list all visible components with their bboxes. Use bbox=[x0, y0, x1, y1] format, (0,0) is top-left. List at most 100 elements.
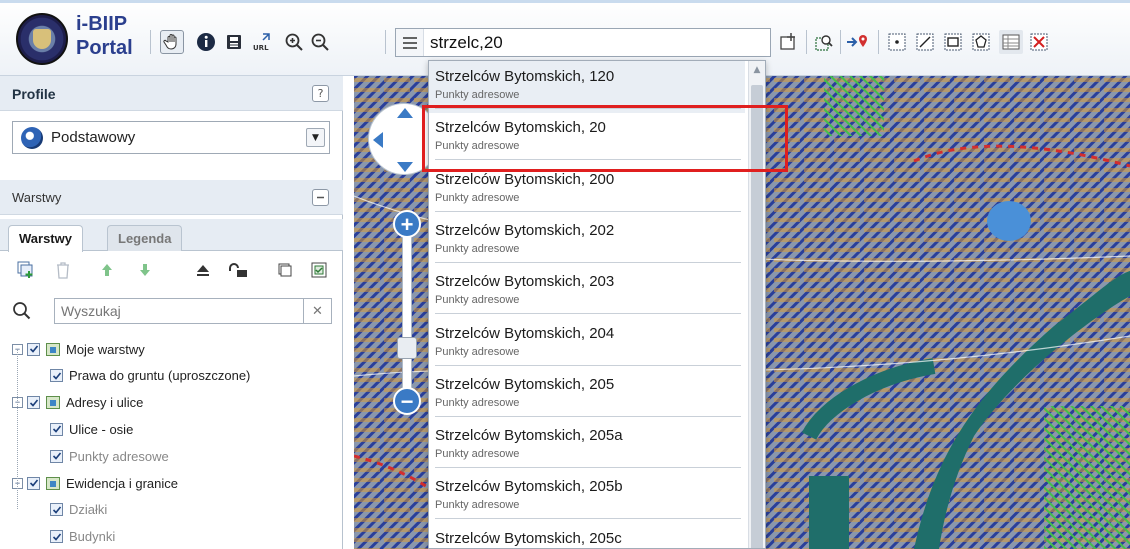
info-button[interactable] bbox=[194, 30, 218, 54]
toolbar-separator bbox=[150, 30, 151, 54]
toolbar-separator bbox=[385, 30, 386, 54]
suggestion-type: Punkty adresowe bbox=[435, 499, 520, 512]
clear-search-button[interactable]: ✕ bbox=[304, 298, 332, 324]
url-icon: URL bbox=[253, 33, 270, 52]
arrow-down-icon bbox=[140, 264, 150, 276]
search-input[interactable] bbox=[424, 29, 770, 56]
layer-checkbox[interactable] bbox=[50, 369, 63, 383]
move-up-button[interactable] bbox=[98, 261, 116, 279]
suggestion-item[interactable]: Strzelców Bytomskich, 203 Punkty adresowe bbox=[429, 266, 745, 318]
clear-selection-button[interactable] bbox=[1027, 30, 1051, 54]
brand-title: i-BIIP Portal bbox=[76, 12, 133, 60]
tree-node[interactable]: − Moje warstwy bbox=[12, 336, 145, 362]
suggestion-type: Punkty adresowe bbox=[435, 448, 520, 461]
suggestion-item[interactable]: Strzelców Bytomskich, 205a Punkty adresow… bbox=[429, 420, 745, 472]
tree-node[interactable]: Działki bbox=[50, 497, 107, 523]
pan-button[interactable] bbox=[160, 30, 184, 54]
zoom-slider[interactable] bbox=[402, 214, 412, 414]
layer-group-icon bbox=[46, 476, 60, 490]
suggestion-name: Strzelców Bytomskich, 205a bbox=[435, 427, 623, 445]
brand-line2: Portal bbox=[76, 37, 133, 59]
add-window-button[interactable] bbox=[777, 30, 801, 54]
layer-checkbox[interactable] bbox=[27, 476, 40, 490]
zoom-slider-handle[interactable] bbox=[397, 337, 417, 359]
eject-button[interactable] bbox=[194, 261, 212, 279]
tree-node[interactable]: Ulice - osie bbox=[50, 416, 133, 442]
tree-node[interactable]: Budynki bbox=[50, 524, 115, 549]
chevron-down-icon[interactable]: ▼ bbox=[306, 128, 325, 147]
add-layer-icon bbox=[17, 261, 33, 278]
suggestion-item[interactable]: Strzelców Bytomskich, 205c bbox=[429, 523, 745, 548]
layer-checkbox[interactable] bbox=[27, 342, 40, 356]
locate-button[interactable] bbox=[846, 30, 870, 54]
layer-checkbox[interactable] bbox=[50, 449, 63, 463]
lock-icon bbox=[229, 263, 247, 277]
svg-text:URL: URL bbox=[253, 44, 269, 52]
select-rect-button[interactable] bbox=[941, 30, 965, 54]
layer-checkbox[interactable] bbox=[50, 503, 63, 517]
suggestion-type: Punkty adresowe bbox=[435, 242, 520, 255]
tab-legenda[interactable]: Legenda bbox=[107, 225, 183, 251]
layers-title: Warstwy bbox=[12, 190, 62, 205]
select-polygon-button[interactable] bbox=[969, 30, 993, 54]
table-icon bbox=[1002, 34, 1020, 50]
profile-value: Podstawowy bbox=[51, 129, 136, 146]
suggestion-name: Strzelców Bytomskich, 203 bbox=[435, 273, 615, 291]
search-box bbox=[395, 28, 771, 57]
tree-node[interactable]: Punkty adresowe bbox=[50, 443, 169, 469]
scroll-up-icon[interactable]: ▲ bbox=[752, 65, 762, 75]
eject-icon bbox=[197, 265, 209, 276]
delete-layer-button[interactable] bbox=[54, 261, 72, 279]
add-layer-button[interactable] bbox=[17, 261, 35, 279]
check-all-button[interactable] bbox=[310, 261, 328, 279]
profile-select[interactable]: Podstawowy ▼ bbox=[12, 121, 330, 154]
add-window-icon bbox=[780, 33, 795, 50]
highlight-annotation bbox=[422, 105, 788, 172]
left-panel: Profile ? Podstawowy ▼ Warstwy Warstwy L… bbox=[0, 76, 343, 549]
suggestion-item[interactable]: Strzelców Bytomskich, 205 Punkty adresowe bbox=[429, 369, 745, 421]
url-button[interactable]: URL bbox=[250, 30, 274, 54]
suggestion-divider bbox=[435, 364, 741, 366]
tree-node[interactable]: Prawa do gruntu (uproszczone) bbox=[50, 363, 250, 389]
copy-button[interactable] bbox=[276, 261, 294, 279]
lock-button[interactable] bbox=[228, 261, 252, 279]
select-rect-icon bbox=[944, 33, 962, 51]
layer-checkbox[interactable] bbox=[27, 396, 40, 410]
zoom-in-map-button[interactable]: + bbox=[393, 210, 421, 238]
print-icon bbox=[227, 35, 241, 49]
tree-node[interactable]: − Adresy i ulice bbox=[12, 390, 143, 416]
zoom-out-map-button[interactable]: − bbox=[393, 387, 421, 415]
select-line-button[interactable] bbox=[913, 30, 937, 54]
zoom-out-icon bbox=[311, 33, 329, 51]
move-down-button[interactable] bbox=[136, 261, 154, 279]
zoom-out-button[interactable] bbox=[308, 30, 332, 54]
collapse-button[interactable] bbox=[312, 189, 329, 206]
profile-title: Profile bbox=[12, 86, 56, 102]
search-menu-button[interactable] bbox=[396, 29, 424, 56]
layer-checkbox[interactable] bbox=[50, 530, 63, 544]
zoom-extent-button[interactable] bbox=[812, 30, 836, 54]
tab-warstwy[interactable]: Warstwy bbox=[8, 225, 83, 252]
suggestion-divider bbox=[435, 313, 741, 315]
layer-checkbox[interactable] bbox=[50, 422, 63, 436]
zoom-in-button[interactable] bbox=[282, 30, 306, 54]
tree-connector bbox=[17, 349, 18, 509]
globe-icon bbox=[21, 126, 43, 149]
tree-node[interactable]: − Ewidencja i granice bbox=[12, 470, 178, 496]
zoom-extent-icon bbox=[815, 35, 833, 51]
suggestion-type: Punkty adresowe bbox=[435, 345, 520, 358]
suggestion-item[interactable]: Strzelców Bytomskich, 205b Punkty adresow… bbox=[429, 471, 745, 523]
layers-header: Warstwy bbox=[0, 180, 343, 215]
layer-toolbar bbox=[0, 251, 343, 289]
brand-line1: i-BIIP bbox=[76, 13, 128, 35]
clear-selection-icon bbox=[1030, 33, 1048, 51]
suggestion-item[interactable]: Strzelców Bytomskich, 204 Punkty adresowe bbox=[429, 318, 745, 370]
suggestion-type: Punkty adresowe bbox=[435, 191, 520, 204]
print-button[interactable] bbox=[222, 30, 246, 54]
layer-search-input[interactable] bbox=[54, 298, 304, 324]
help-button[interactable]: ? bbox=[312, 85, 329, 102]
toolbar-separator bbox=[806, 30, 807, 54]
attribute-table-button[interactable] bbox=[999, 30, 1023, 54]
suggestion-item[interactable]: Strzelców Bytomskich, 202 Punkty adresowe bbox=[429, 215, 745, 267]
select-point-button[interactable] bbox=[885, 30, 909, 54]
